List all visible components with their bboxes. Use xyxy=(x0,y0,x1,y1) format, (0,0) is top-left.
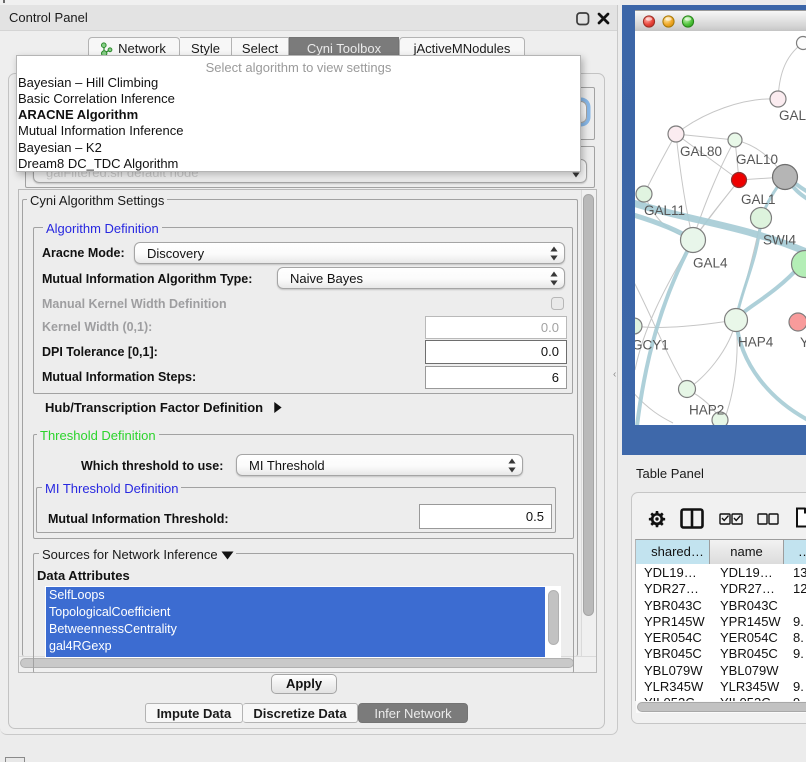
svg-text:GAL4: GAL4 xyxy=(693,256,728,271)
svg-text:GAL10: GAL10 xyxy=(736,152,778,167)
svg-text:GAL7: GAL7 xyxy=(779,108,806,123)
svg-text:GAL80: GAL80 xyxy=(680,144,722,159)
svg-text:GAL1: GAL1 xyxy=(741,192,776,207)
svg-text:GAL11: GAL11 xyxy=(644,203,685,218)
svg-text:HAP2: HAP2 xyxy=(689,403,724,418)
svg-text:YD: YD xyxy=(800,335,806,350)
svg-text:HAP4: HAP4 xyxy=(738,335,774,350)
svg-text:SWI4: SWI4 xyxy=(763,233,796,248)
svg-text:GCY1: GCY1 xyxy=(635,338,669,353)
